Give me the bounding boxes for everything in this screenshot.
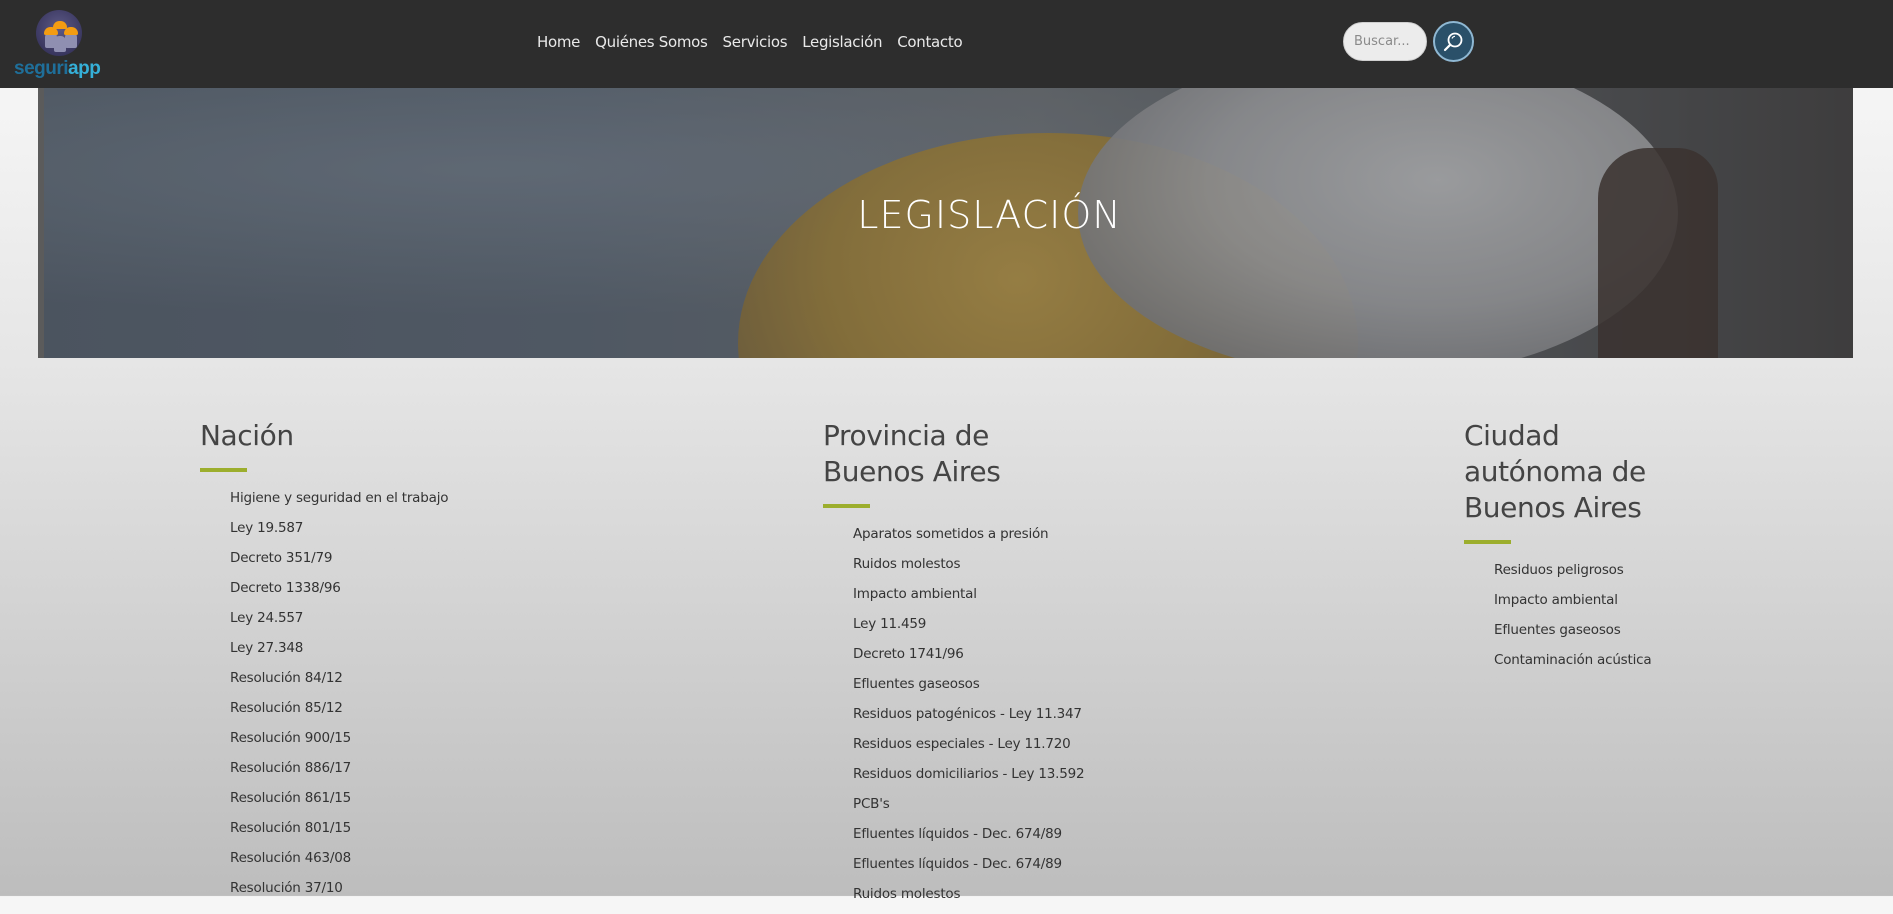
law-list: Residuos peligrosos Impacto ambiental Ef… [1464,560,1652,680]
page-title: LEGISLACIÓN [857,193,1122,237]
list-item: Aparatos sometidos a presión [853,526,1049,542]
list-item: Residuos peligrosos [1494,562,1624,578]
list-item: Resolución 886/17 [230,760,352,776]
section-caba: Ciudad autónoma de Buenos Aires Residuos p… [1464,418,1652,680]
list-item: Residuos patogénicos - Ley 11.347 [853,706,1082,722]
list-item: Efluentes gaseosos [1494,622,1621,638]
list-item: Resolución 900/15 [230,730,352,746]
nav-servicios[interactable]: Servicios [723,33,788,51]
list-item: Impacto ambiental [853,586,977,602]
list-item: Resolución 463/08 [230,850,352,866]
search-icon [1443,32,1462,51]
list-item: Ley 19.587 [230,520,304,536]
list-item: Efluentes gaseosos [853,676,980,692]
list-item: Higiene y seguridad en el trabajo [230,490,449,506]
section-title: Nación [200,419,294,452]
hero-banner: LEGISLACIÓN [38,88,1853,358]
list-item: Residuos domiciliarios - Ley 13.592 [853,766,1085,782]
section-title: Provincia de Buenos Aires [823,419,1001,488]
list-item: Resolución 801/15 [230,820,352,836]
law-list: Higiene y seguridad en el trabajo Ley 19… [200,488,449,908]
brand-logo[interactable]: seguriapp [14,8,101,82]
search-input[interactable] [1343,22,1427,61]
list-item: Resolución 84/12 [230,670,343,686]
accent-divider [1464,540,1511,544]
list-item: Ley 24.557 [230,610,304,626]
list-item: PCB's [853,796,890,812]
nav-contacto[interactable]: Contacto [897,33,962,51]
list-item: Efluentes líquidos - Dec. 674/89 [853,826,1062,842]
section-nacion: Nación Higiene y seguridad en el trabajo… [200,418,449,908]
list-item: Ley 11.459 [853,616,927,632]
nav-legislacion[interactable]: Legislación [802,33,882,51]
accent-divider [200,468,247,472]
main-nav: Home Quiénes Somos Servicios Legislación… [537,33,963,51]
list-item: Resolución 85/12 [230,700,343,716]
list-item: Resolución 861/15 [230,790,352,806]
list-item: Residuos especiales - Ley 11.720 [853,736,1071,752]
nav-quienes-somos[interactable]: Quiénes Somos [595,33,708,51]
list-item: Resolución 37/10 [230,880,343,896]
list-item: Ruidos molestos [853,886,961,902]
nav-home[interactable]: Home [537,33,580,51]
list-item: Decreto 1741/96 [853,646,964,662]
list-item: Decreto 351/79 [230,550,333,566]
accent-divider [823,504,870,508]
section-title: Ciudad autónoma de Buenos Aires [1464,419,1646,524]
logo-wordmark: seguriapp [14,58,101,79]
section-provincia-buenos-aires: Provincia de Buenos Aires Aparatos someti… [823,418,1085,914]
list-item: Impacto ambiental [1494,592,1618,608]
search-button[interactable] [1433,21,1474,62]
list-item: Contaminación acústica [1494,652,1652,668]
list-item: Efluentes líquidos - Dec. 674/89 [853,856,1062,872]
top-navbar: seguriapp Home Quiénes Somos Servicios L… [0,0,1893,88]
list-item: Decreto 1338/96 [230,580,341,596]
list-item: Ley 27.348 [230,640,304,656]
law-list: Aparatos sometidos a presión Ruidos mole… [823,524,1085,914]
list-item: Ruidos molestos [853,556,961,572]
